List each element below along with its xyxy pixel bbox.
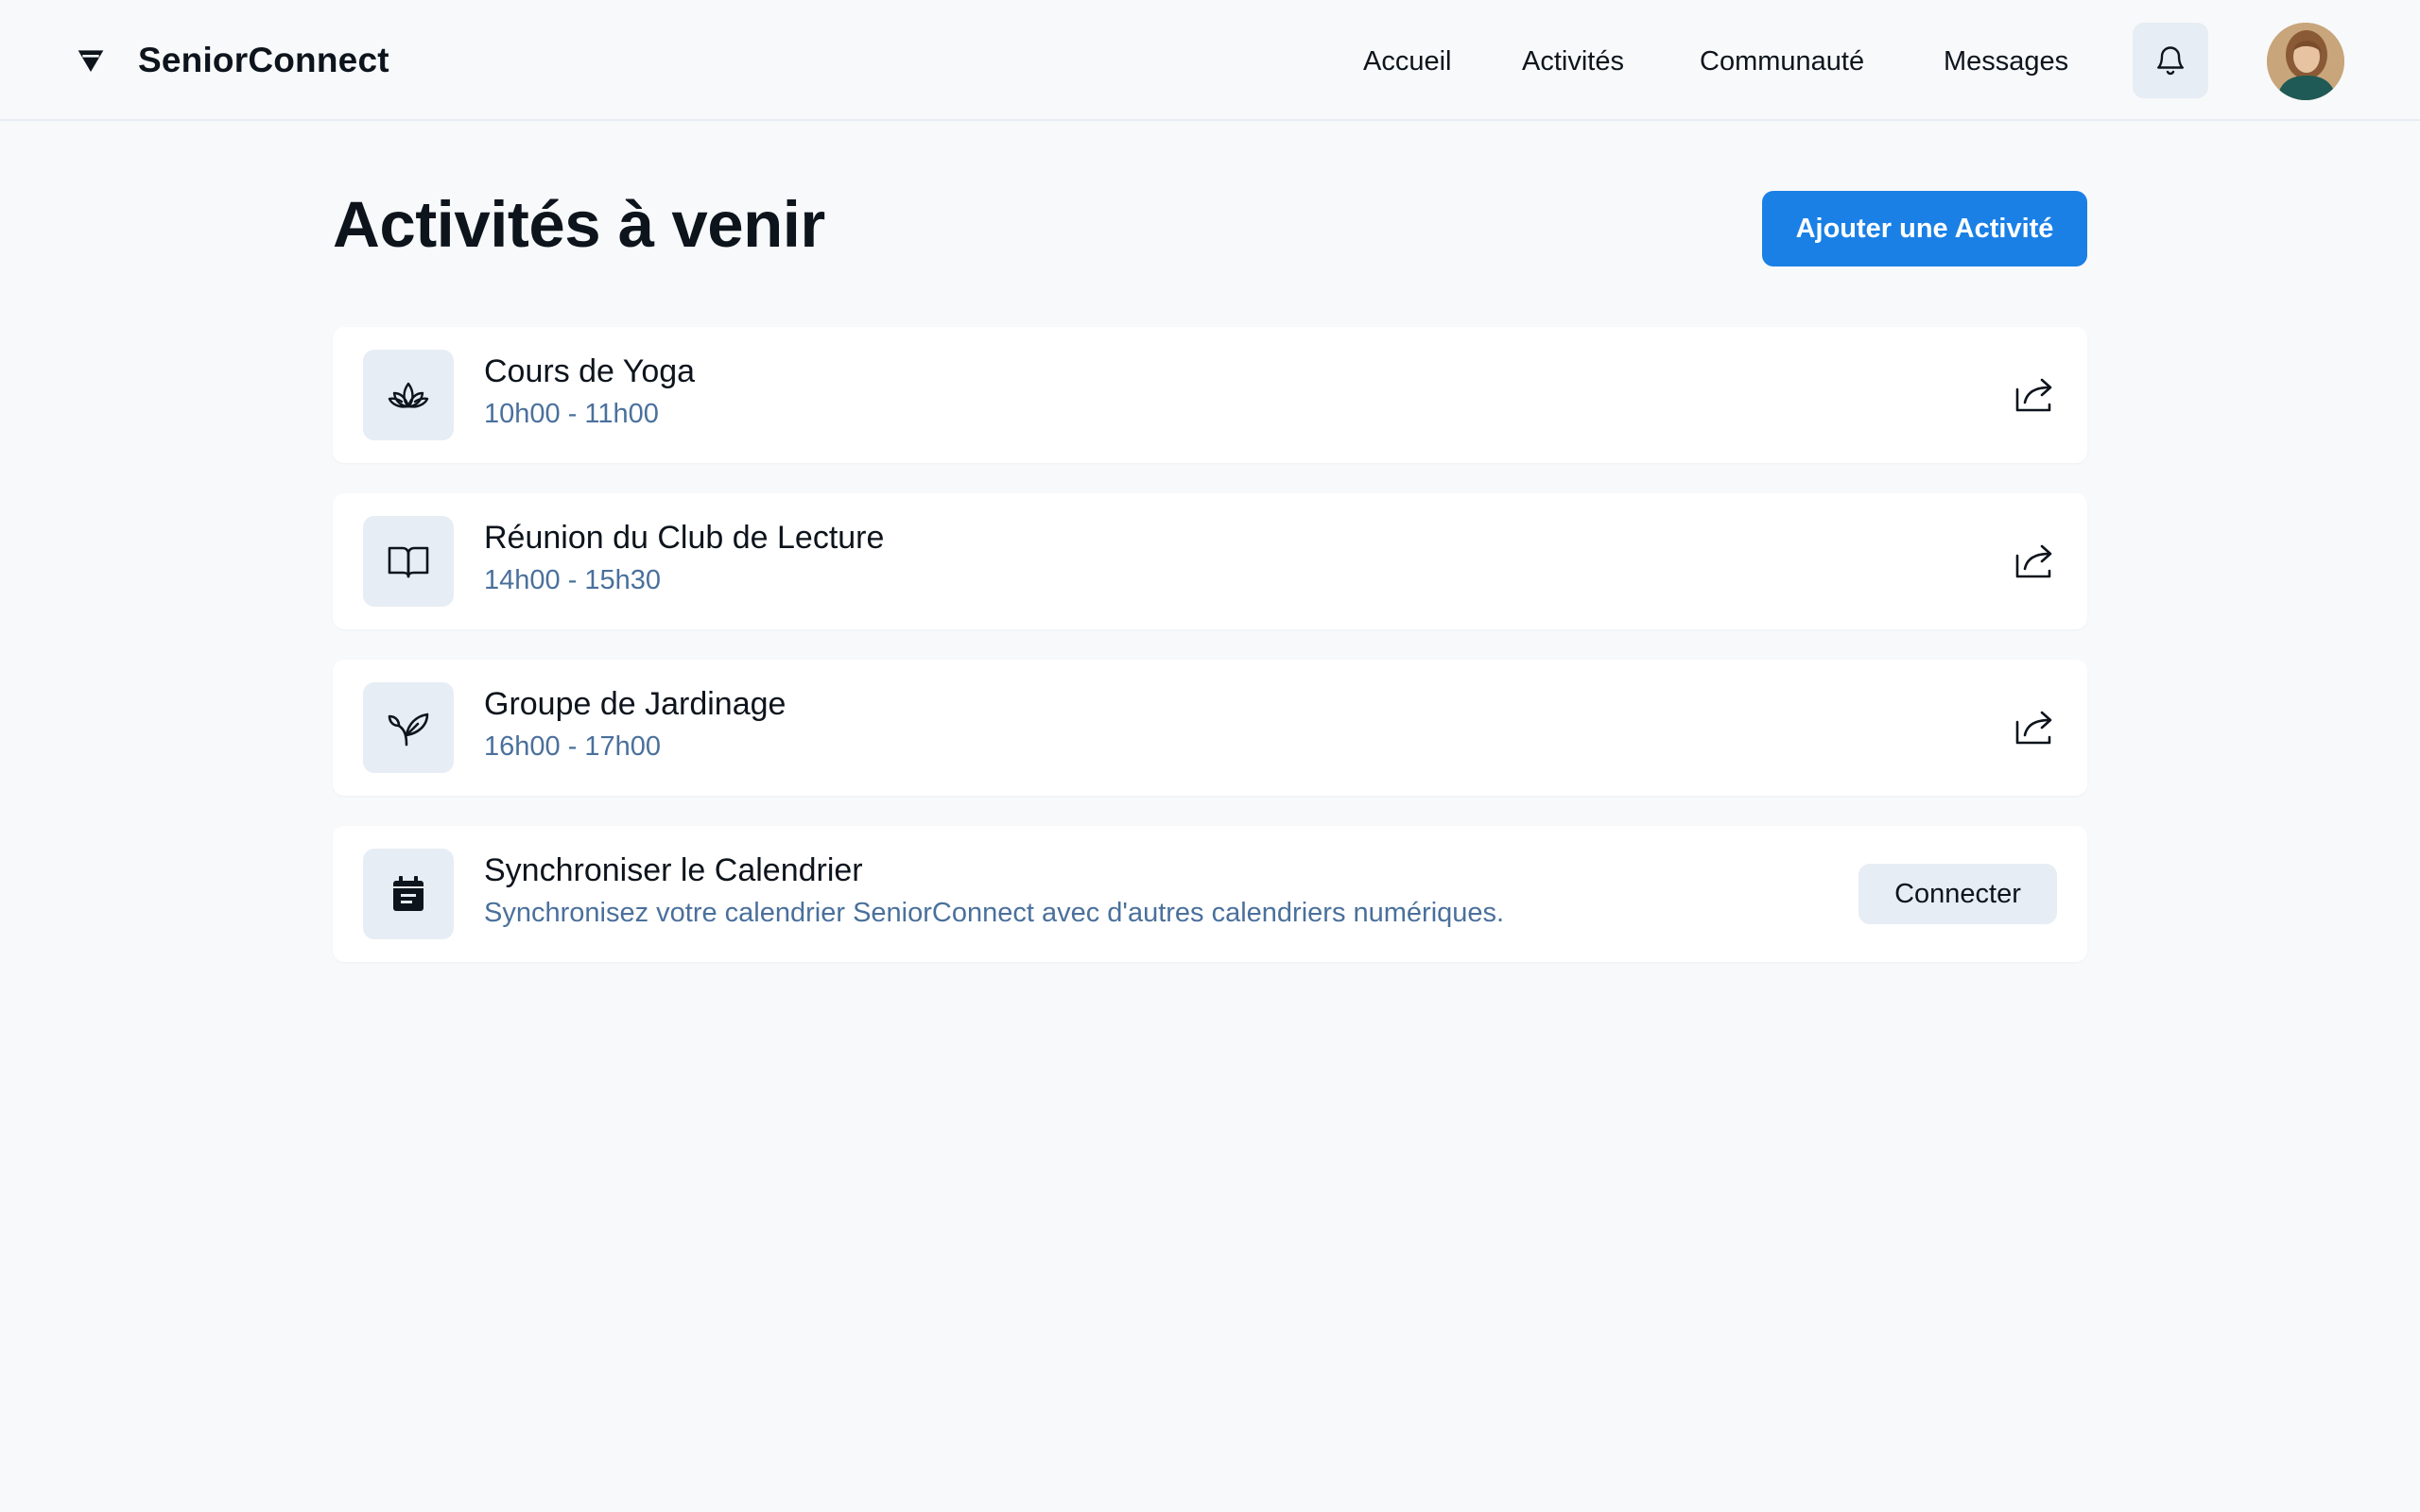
activity-time: 14h00 - 15h30 xyxy=(484,565,662,595)
page-title: Activités à venir xyxy=(333,188,825,261)
bell-icon xyxy=(2157,46,2184,76)
triangle-logo-icon xyxy=(78,50,104,72)
activity-title: Cours de Yoga xyxy=(484,353,696,389)
activity-time: 10h00 - 11h00 xyxy=(484,399,659,429)
activity-icon-box xyxy=(363,682,454,773)
activity-icon-box xyxy=(363,516,454,607)
calendar-sync-card: Synchroniser le Calendrier Synchronisez … xyxy=(333,826,2087,962)
share-icon xyxy=(2015,544,2052,578)
share-button[interactable] xyxy=(2012,705,2057,750)
add-activity-button[interactable]: Ajouter une Activité xyxy=(1762,191,2087,266)
activity-card-yoga[interactable]: Cours de Yoga 10h00 - 11h00 xyxy=(333,327,2087,463)
brand[interactable]: SeniorConnect xyxy=(76,36,389,85)
sync-icon-box xyxy=(363,849,454,939)
connect-button[interactable]: Connecter xyxy=(1858,864,2057,924)
notifications-button[interactable] xyxy=(2133,23,2208,98)
share-button[interactable] xyxy=(2012,372,2057,418)
nav-link-messages[interactable]: Messages xyxy=(1944,46,2068,77)
activity-icon-box xyxy=(363,350,454,440)
book-open-icon xyxy=(388,546,429,578)
activity-card-book-club[interactable]: Réunion du Club de Lecture 14h00 - 15h30 xyxy=(333,493,2087,629)
user-avatar[interactable] xyxy=(2267,23,2344,100)
plant-icon xyxy=(388,713,429,747)
brand-name: SeniorConnect xyxy=(138,41,389,79)
share-icon xyxy=(2015,711,2052,745)
share-icon xyxy=(2015,378,2052,412)
lotus-icon xyxy=(388,382,429,408)
activity-time: 16h00 - 17h00 xyxy=(484,731,662,762)
activity-card-gardening[interactable]: Groupe de Jardinage 16h00 - 17h00 xyxy=(333,660,2087,796)
nav-link-accueil[interactable]: Accueil xyxy=(1363,46,1452,77)
avatar-portrait xyxy=(2267,23,2344,100)
top-navigation-bar: SeniorConnect Accueil Activités Communau… xyxy=(0,0,2420,121)
share-button[interactable] xyxy=(2012,539,2057,584)
activity-title: Groupe de Jardinage xyxy=(484,686,786,722)
activity-title: Réunion du Club de Lecture xyxy=(484,520,885,556)
nav-link-activites[interactable]: Activités xyxy=(1522,46,1624,77)
nav-link-communaute[interactable]: Communauté xyxy=(1700,46,1864,77)
sync-title: Synchroniser le Calendrier xyxy=(484,852,863,888)
calendar-icon xyxy=(393,876,424,911)
sync-description: Synchronisez votre calendrier SeniorConn… xyxy=(484,898,1505,928)
